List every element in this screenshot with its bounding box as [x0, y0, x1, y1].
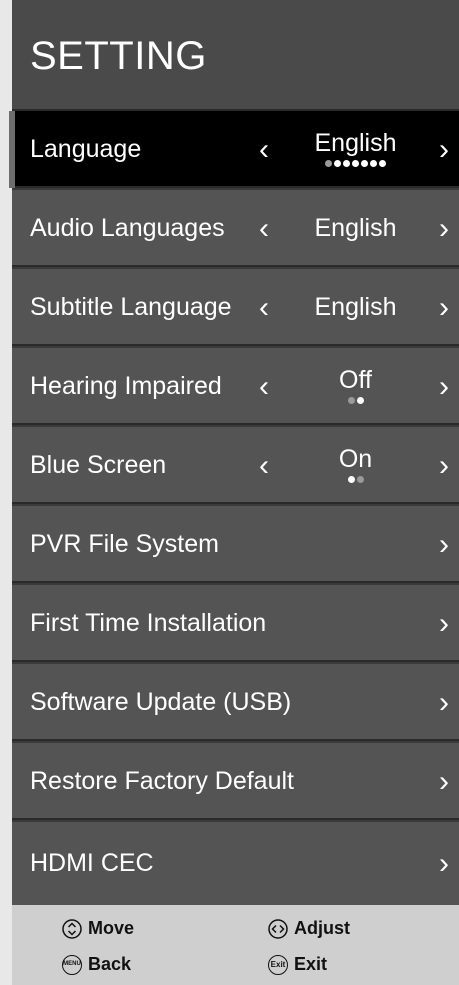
- chevron-left-icon[interactable]: ‹: [259, 348, 269, 425]
- setting-row-audio-languages[interactable]: Audio Languages ‹ English ›: [12, 190, 459, 267]
- option-indicator: [282, 160, 429, 167]
- setting-row-language[interactable]: Language ‹ English ›: [9, 111, 459, 188]
- chevron-right-icon[interactable]: ›: [439, 664, 449, 741]
- hint-exit-label: Exit: [294, 954, 328, 974]
- footer-hints: Move Adjust MENU Back Exit Exit: [12, 905, 459, 985]
- chevron-right-icon[interactable]: ›: [439, 506, 449, 583]
- hint-move: Move: [62, 918, 134, 939]
- chevron-right-icon[interactable]: ›: [439, 822, 449, 905]
- option-dot: [347, 397, 355, 404]
- option-dot: [352, 160, 359, 167]
- hint-exit: Exit Exit: [268, 954, 327, 975]
- option-dot: [356, 397, 364, 404]
- chevron-left-icon[interactable]: ‹: [259, 111, 269, 188]
- setting-row-first-time-installation[interactable]: First Time Installation ›: [12, 585, 459, 662]
- settings-panel: SETTING Language ‹ English › Audio Langu…: [9, 0, 459, 985]
- setting-row-hdmi-cec[interactable]: HDMI CEC ›: [12, 822, 459, 905]
- setting-row-hearing-impaired[interactable]: Hearing Impaired ‹ Off ›: [12, 348, 459, 425]
- option-dot: [334, 160, 341, 167]
- setting-row-restore-factory-default[interactable]: Restore Factory Default ›: [12, 743, 459, 820]
- option-dot: [347, 476, 355, 483]
- chevron-left-icon[interactable]: ‹: [259, 269, 269, 346]
- chevron-right-icon[interactable]: ›: [439, 348, 449, 425]
- exit-icon: Exit: [268, 954, 288, 975]
- chevron-right-icon[interactable]: ›: [439, 427, 449, 504]
- hint-back: MENU Back: [62, 954, 131, 975]
- hint-adjust: Adjust: [268, 918, 350, 939]
- chevron-right-icon[interactable]: ›: [439, 743, 449, 820]
- setting-label: Blue Screen: [30, 451, 167, 479]
- setting-value: English: [314, 214, 397, 242]
- option-indicator: [282, 476, 429, 483]
- chevron-right-icon[interactable]: ›: [439, 190, 449, 267]
- setting-value: English: [314, 293, 397, 321]
- option-dot: [356, 476, 364, 483]
- setting-label: Audio Languages: [30, 214, 225, 242]
- chevron-right-icon[interactable]: ›: [439, 269, 449, 346]
- setting-label: Restore Factory Default: [30, 767, 294, 795]
- option-dot: [361, 160, 368, 167]
- setting-label: Subtitle Language: [30, 293, 232, 321]
- option-dot: [325, 160, 332, 167]
- page-title: SETTING: [30, 34, 207, 78]
- option-dot: [370, 160, 377, 167]
- hint-move-label: Move: [88, 918, 135, 938]
- setting-value: Off: [339, 366, 372, 394]
- setting-value: On: [338, 445, 373, 473]
- setting-row-pvr-file-system[interactable]: PVR File System ›: [12, 506, 459, 583]
- chevron-left-icon[interactable]: ‹: [259, 190, 269, 267]
- header: SETTING: [12, 0, 459, 111]
- setting-row-software-update[interactable]: Software Update (USB) ›: [12, 664, 459, 741]
- option-dot: [379, 160, 386, 167]
- setting-label: Hearing Impaired: [30, 372, 222, 400]
- option-indicator: [282, 397, 429, 404]
- hint-adjust-label: Adjust: [294, 918, 350, 938]
- setting-label: First Time Installation: [30, 609, 267, 637]
- menu-icon: MENU: [62, 954, 82, 975]
- setting-label: Language: [30, 135, 142, 163]
- setting-row-blue-screen[interactable]: Blue Screen ‹ On ›: [12, 427, 459, 504]
- setting-row-subtitle-language[interactable]: Subtitle Language ‹ English ›: [12, 269, 459, 346]
- option-dot: [343, 160, 350, 167]
- chevron-right-icon[interactable]: ›: [439, 585, 449, 662]
- chevron-left-icon[interactable]: ‹: [259, 427, 269, 504]
- setting-label: HDMI CEC: [30, 849, 154, 877]
- up-down-icon: [62, 918, 82, 939]
- setting-label: Software Update (USB): [30, 688, 292, 716]
- chevron-right-icon[interactable]: ›: [439, 111, 449, 188]
- hint-back-label: Back: [88, 954, 132, 974]
- setting-value: English: [314, 129, 397, 157]
- left-right-icon: [268, 918, 288, 939]
- setting-label: PVR File System: [30, 530, 219, 558]
